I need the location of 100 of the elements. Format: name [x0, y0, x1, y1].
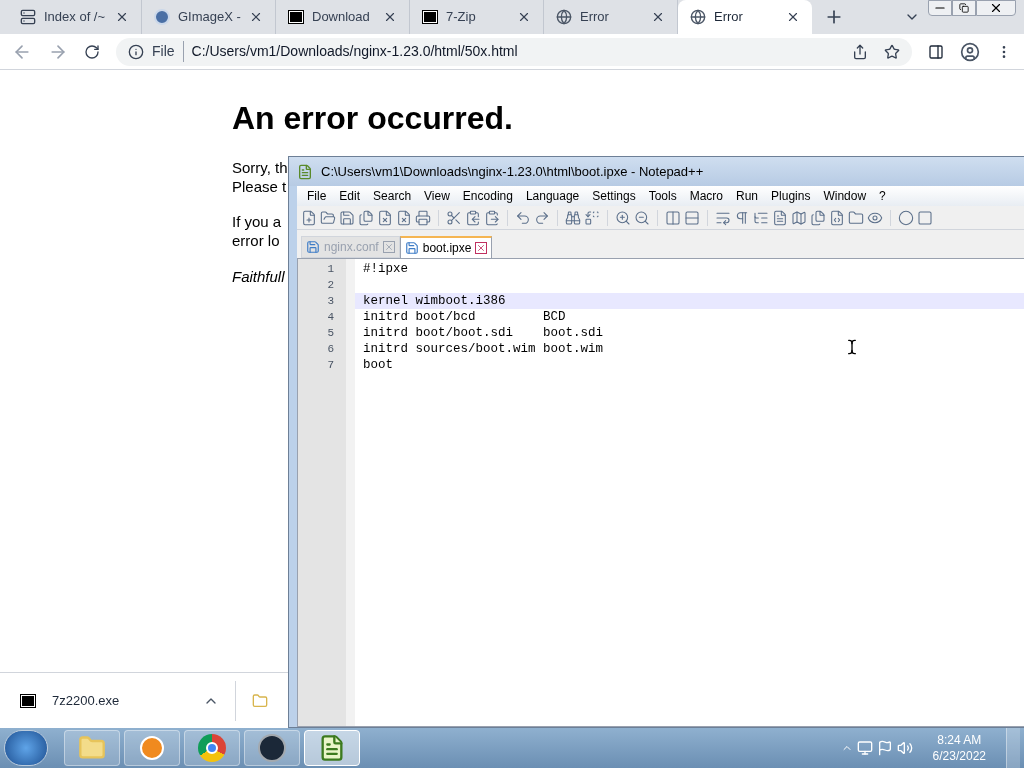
taskbar-button[interactable] [244, 730, 300, 766]
tab-title: Index of /~ [44, 8, 107, 27]
editor-area[interactable]: 1 2 3 4 5 6 7 #!ipxe kernel wimboot.i386 initrd boot/bcd BCD initrd boot/boot.sdi boot.sdi initrd sources/boot.wim boot.wim boot [297, 258, 1024, 727]
menu-item[interactable]: Plugins [765, 187, 817, 205]
start-button[interactable] [4, 730, 48, 766]
line-number: 2 [326, 278, 334, 293]
file-name: nginx.conf [324, 239, 379, 256]
close-icon[interactable] [651, 10, 665, 24]
zoom-in-icon[interactable] [615, 209, 631, 226]
menu-item[interactable]: Run [730, 187, 765, 205]
close-file-icon[interactable] [377, 209, 393, 226]
share-icon[interactable] [852, 43, 868, 60]
tab-title: Error [580, 8, 610, 27]
open-folder-icon[interactable] [320, 209, 336, 226]
archive-icon [422, 10, 438, 24]
menu-item[interactable]: ? [873, 187, 892, 205]
close-icon[interactable] [517, 10, 531, 24]
line-number: 6 [326, 342, 334, 357]
zoom-out-icon[interactable] [634, 209, 650, 226]
binoculars-icon[interactable] [565, 209, 581, 226]
save-icon[interactable] [339, 209, 355, 226]
info-icon[interactable] [128, 43, 144, 60]
menu-item[interactable]: Settings [586, 187, 642, 205]
code-line: initrd boot/boot.sdi boot.sdi [363, 326, 604, 340]
save-icon [306, 240, 320, 254]
error-heading: An error occurred. [232, 99, 514, 138]
save-all-icon[interactable] [358, 209, 374, 226]
signature-text: Faithfull [232, 267, 285, 287]
minimize-icon[interactable] [928, 0, 952, 16]
documents-icon[interactable] [810, 209, 826, 226]
paragraph-text: Please t [232, 177, 287, 196]
redo-icon[interactable] [534, 209, 550, 226]
profile-icon[interactable] [960, 41, 980, 62]
browser-tab[interactable]: Error [678, 0, 812, 34]
clock-time: 8:24 AM [937, 732, 982, 748]
close-icon[interactable] [383, 10, 397, 24]
globe-icon [690, 9, 706, 25]
undo-icon[interactable] [515, 209, 531, 226]
address-bar[interactable]: File C:/Users/vm1/Downloads/nginx-1.23.0/html/50x.html [116, 37, 912, 66]
line-number: 5 [326, 326, 334, 341]
menu-item[interactable]: File [301, 187, 333, 205]
copy-icon[interactable] [465, 209, 481, 226]
notepad-icon [297, 163, 313, 180]
columns-icon[interactable] [665, 209, 681, 226]
save-icon [404, 241, 419, 255]
menu-item[interactable]: Tools [642, 187, 683, 205]
record-icon[interactable] [898, 209, 914, 226]
print-icon[interactable] [415, 209, 431, 226]
code-line: initrd sources/boot.wim boot.wim [363, 342, 604, 356]
bookmark-icon[interactable] [884, 43, 900, 60]
pilcrow-icon[interactable] [734, 209, 750, 226]
menu-item[interactable]: Language [519, 187, 586, 205]
new-file-icon[interactable] [301, 209, 317, 226]
paste-icon[interactable] [484, 209, 500, 226]
network-icon[interactable] [856, 740, 873, 756]
side-panel-icon[interactable] [928, 43, 944, 60]
close-icon[interactable] [249, 10, 263, 24]
app-icon [154, 9, 170, 25]
flag-icon[interactable] [876, 740, 893, 756]
code-line: initrd boot/bcd BCD [363, 310, 566, 324]
reload-icon[interactable] [84, 43, 100, 60]
server-icon [20, 9, 36, 25]
line-number: 7 [326, 358, 334, 373]
window-title: C:\Users\vm1\Downloads\nginx-1.23.0\html\boot.ipxe - Notepad++ [321, 162, 704, 181]
globe-icon [556, 9, 572, 25]
map-icon[interactable] [791, 209, 807, 226]
cut-icon[interactable] [446, 209, 462, 226]
volume-icon[interactable] [896, 740, 913, 756]
replace-icon[interactable] [584, 209, 600, 226]
file-tab[interactable]: boot.ipxe [399, 236, 493, 258]
folder-icon [78, 734, 106, 762]
document-icon[interactable] [772, 209, 788, 226]
paragraph-text: error lo [232, 231, 280, 250]
taskbar-button[interactable] [304, 730, 360, 766]
download-name: 7z2200.exe [52, 691, 121, 710]
tab-title: 7-Zip [446, 8, 477, 27]
file-name: boot.ipxe [422, 240, 472, 257]
close-icon[interactable] [115, 10, 129, 24]
menu-item[interactable]: Encoding [456, 187, 519, 205]
close-icon[interactable] [786, 10, 800, 24]
rows-icon[interactable] [684, 209, 700, 226]
code-line: #!ipxe [363, 262, 408, 276]
download-item[interactable]: 7z2200.exe [0, 680, 236, 721]
menu-item[interactable]: View [418, 187, 456, 205]
tab-title: Download [312, 8, 371, 27]
stop-icon[interactable] [917, 209, 933, 226]
archive-icon [20, 693, 36, 708]
close-icon[interactable] [976, 0, 1016, 16]
menu-item[interactable]: Window [817, 187, 873, 205]
menu-item[interactable]: Search [367, 187, 418, 205]
menu-item[interactable]: Edit [333, 187, 367, 205]
folder-icon[interactable] [848, 209, 864, 226]
paragraph-text: Sorry, th [232, 158, 288, 177]
scheme-label: File [152, 41, 184, 62]
close-all-icon[interactable] [396, 209, 412, 226]
restore-icon[interactable] [952, 0, 976, 16]
menu-item[interactable]: Macro [683, 187, 729, 205]
code-file-icon[interactable] [829, 209, 845, 226]
url-text: C:/Users/vm1/Downloads/nginx-1.23.0/html/50x.html [191, 42, 519, 61]
chrome-icon [198, 734, 226, 762]
